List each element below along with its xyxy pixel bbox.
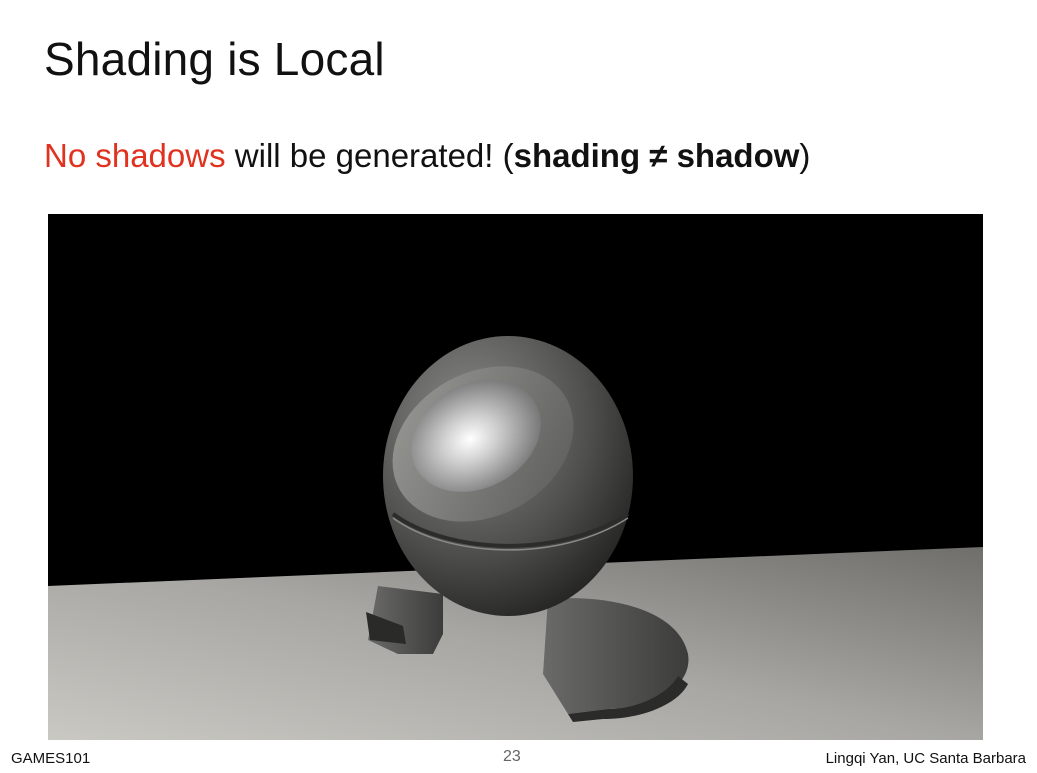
render-illustration [48,214,983,740]
material-ball-render [48,214,983,740]
subtitle-highlight: No shadows [44,137,226,174]
slide-subtitle: No shadows will be generated! (shading ≠… [44,137,810,175]
subtitle-bold: shading ≠ shadow [513,137,800,174]
subtitle-middle: will be generated! ( [225,137,514,174]
footer-course: GAMES101 [11,750,91,767]
slide-title: Shading is Local [44,33,385,85]
footer-page-number: 23 [503,748,521,765]
footer-author: Lingqi Yan, UC Santa Barbara [825,750,1026,767]
subtitle-end: ) [799,137,811,174]
